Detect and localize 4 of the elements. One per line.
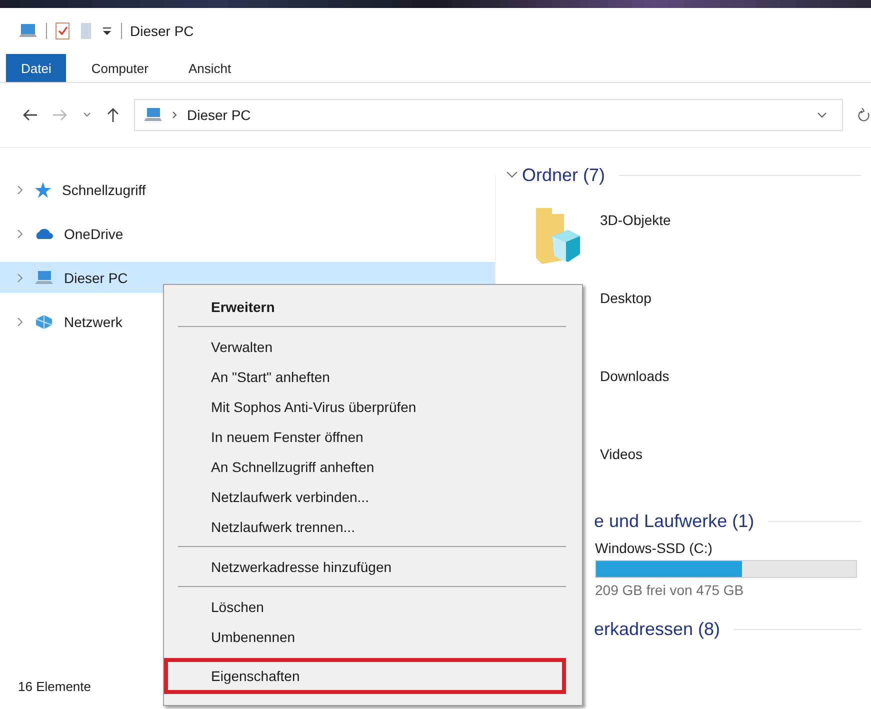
window-title: Dieser PC <box>130 23 194 39</box>
item-count: 16 Elemente <box>18 679 91 694</box>
free-space-text: 209 GB frei von 475 GB <box>595 582 745 598</box>
path-text: Dieser PC <box>187 107 251 123</box>
